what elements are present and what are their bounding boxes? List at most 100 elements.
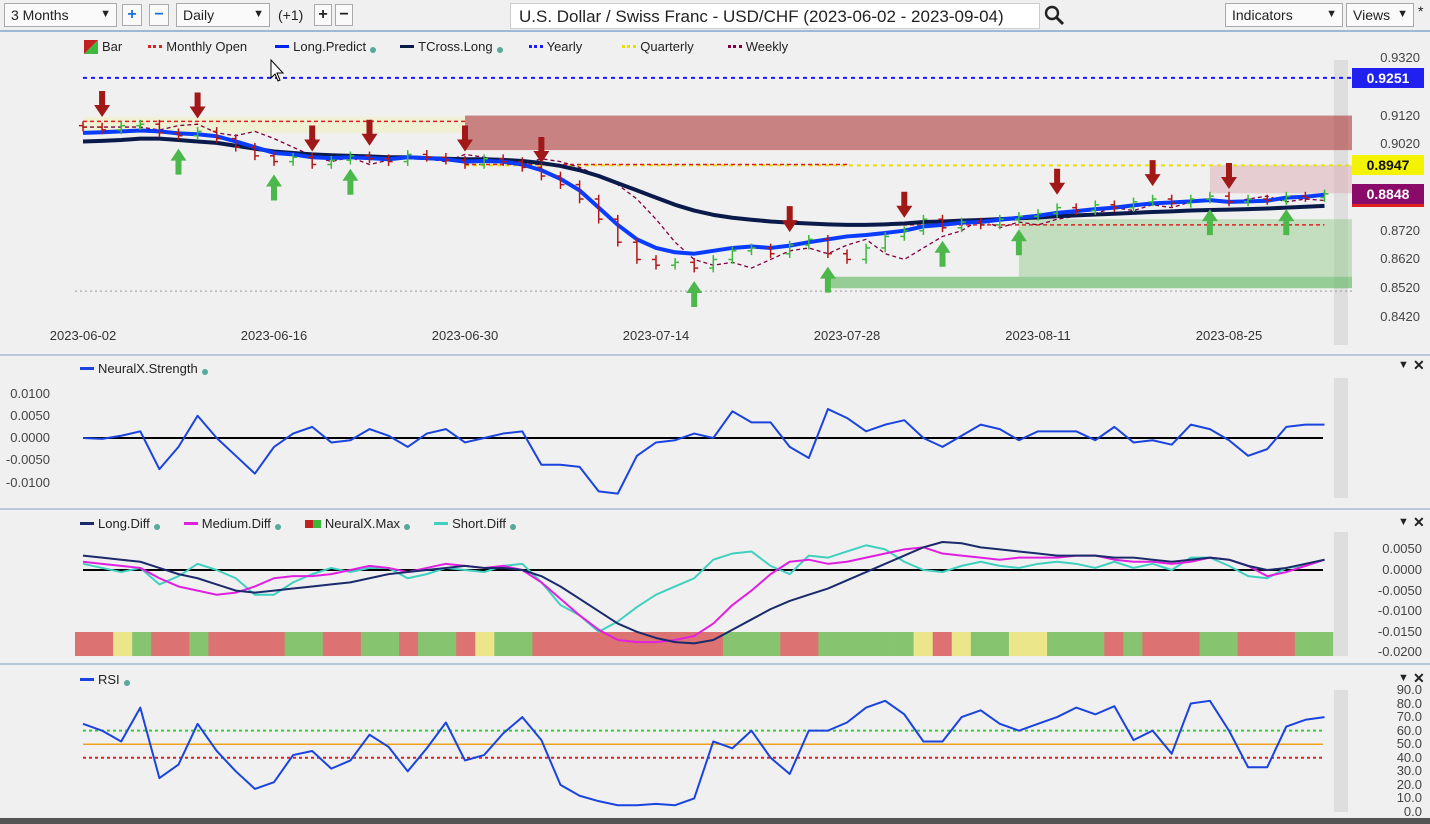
neuralx-max-cell	[94, 632, 114, 656]
buy-arrow-icon	[342, 168, 359, 195]
last-price-badge: 0.8848	[1352, 184, 1424, 207]
diff-axis-label: -0.0150	[1377, 623, 1422, 639]
legend-bar[interactable]: Bar	[102, 39, 122, 54]
neuralx-max-cell	[1142, 632, 1162, 656]
strength-axis-label: 0.0100	[10, 385, 50, 401]
legend-medium-diff[interactable]: Medium.Diff	[202, 516, 271, 531]
rsi-line	[82, 699, 1325, 807]
settings-dot-icon[interactable]	[510, 523, 517, 530]
neuralx-max-cell	[818, 632, 838, 656]
panel-menu-icon[interactable]: ▼	[1398, 359, 1409, 371]
neuralx-max-cell	[570, 632, 590, 656]
date-axis-label: 2023-06-16	[240, 328, 308, 343]
legend-neuralx-max[interactable]: NeuralX.Max	[325, 516, 400, 531]
legend-yearly[interactable]: Yearly	[547, 39, 583, 54]
neuralx-max-cell	[723, 632, 743, 656]
neuralx-max-cell	[475, 632, 495, 656]
sell-arrow-icon	[1144, 160, 1161, 187]
neuralx-max-cell	[761, 632, 781, 656]
mouse-cursor-icon	[270, 58, 285, 82]
rsi-axis-label: 70.0	[1396, 709, 1422, 725]
legend-long-diff[interactable]: Long.Diff	[98, 516, 150, 531]
neuralx-max-cell	[1161, 632, 1181, 656]
neuralx-max-cell	[913, 632, 934, 656]
panel-menu-icon[interactable]: ▼	[1398, 516, 1409, 528]
settings-dot-icon[interactable]	[404, 523, 411, 530]
long-diff-line	[82, 540, 1325, 645]
strength-swatch	[80, 367, 94, 370]
neuralx-max-cell	[1047, 632, 1067, 656]
neuralx-max-cell	[932, 632, 953, 656]
buy-arrow-icon	[266, 174, 282, 201]
long-diff-swatch	[80, 522, 94, 525]
legend-rsi[interactable]: RSI	[98, 672, 120, 687]
neuralx-max-cell	[627, 632, 648, 656]
legend-short-diff[interactable]: Short.Diff	[452, 516, 506, 531]
neuralx-max-cell	[1199, 632, 1219, 656]
neuralx-max-cell	[875, 632, 895, 656]
neuralx-max-cell	[970, 632, 991, 656]
legend-weekly[interactable]: Weekly	[746, 39, 788, 54]
chart-canvas[interactable]	[0, 0, 1430, 824]
neuralx-max-cell	[227, 632, 247, 656]
zone-support	[827, 276, 1352, 289]
date-axis-label: 2023-07-14	[622, 328, 690, 343]
vertical-scrollbar	[1334, 378, 1348, 498]
sell-arrow-icon	[1049, 168, 1066, 195]
main-legend: Bar Monthly Open Long.Predict TCross.Lon…	[84, 39, 788, 54]
neuralx-max-cell	[1066, 632, 1086, 656]
diff-axis-label: -0.0200	[1377, 644, 1422, 660]
close-icon[interactable]: ✕	[1413, 357, 1425, 374]
neuralx-max-cell	[1008, 632, 1029, 656]
strength-axis-label: 0.0050	[10, 407, 50, 423]
vertical-scrollbar	[1334, 690, 1348, 812]
rsi-axis-label: 80.0	[1396, 695, 1422, 711]
neuralx-max-cell	[1028, 632, 1048, 656]
date-axis-label: 2023-06-02	[49, 328, 117, 343]
neuralx-max-cell	[1313, 632, 1334, 656]
date-axis-label: 2023-08-11	[1005, 328, 1071, 343]
neuralx-max-cell	[418, 632, 438, 656]
neuralx-max-cell	[246, 632, 266, 656]
short-diff-swatch	[434, 522, 449, 525]
zone-resistance	[465, 115, 1352, 151]
legend-quarterly[interactable]: Quarterly	[640, 39, 693, 54]
settings-dot-icon[interactable]	[274, 523, 281, 530]
legend-long-predict[interactable]: Long.Predict	[293, 39, 366, 54]
close-icon[interactable]: ✕	[1413, 514, 1425, 531]
sell-arrow-icon	[781, 206, 798, 233]
zone-support-light	[1018, 219, 1352, 277]
strength-axis-label: -0.0100	[5, 474, 50, 490]
neuralx-max-cell	[551, 632, 571, 656]
neuralx-max-cell	[265, 632, 285, 656]
settings-dot-icon[interactable]	[123, 679, 130, 686]
neuralx-max-cell	[189, 632, 209, 656]
legend-monthly-open[interactable]: Monthly Open	[166, 39, 247, 54]
rsi-axis-label: 90.0	[1396, 681, 1422, 697]
settings-dot-icon[interactable]	[496, 46, 503, 53]
price-axis-label: 0.8420	[1380, 309, 1420, 325]
medium-diff-swatch	[183, 522, 198, 525]
diff-axis-label: 0.0050	[1382, 541, 1422, 557]
neuralx-max-cell	[1180, 632, 1200, 656]
legend-neuralx-strength[interactable]: NeuralX.Strength	[98, 361, 198, 376]
monthly-open-swatch	[148, 45, 163, 48]
price-axis-label: 0.9020	[1380, 136, 1420, 152]
date-axis-label: 2023-06-30	[431, 328, 499, 343]
neuralx-max-cell	[1123, 632, 1143, 656]
quarterly-price-badge: 0.8947	[1352, 155, 1424, 175]
settings-dot-icon[interactable]	[370, 46, 377, 53]
neuralx-max-cell	[1275, 632, 1296, 656]
sell-arrow-icon	[94, 90, 111, 117]
rsi-axis-label: 50.0	[1396, 736, 1422, 752]
weekly-swatch	[727, 45, 742, 48]
rsi-axis-label: 30.0	[1396, 763, 1422, 779]
settings-dot-icon[interactable]	[153, 523, 160, 530]
neuralx-max-cell	[113, 632, 133, 656]
settings-dot-icon[interactable]	[201, 368, 208, 375]
neuralx-max-cell	[532, 632, 552, 656]
bar-legend-icon	[84, 39, 98, 54]
legend-tcross-long[interactable]: TCross.Long	[418, 39, 492, 54]
yearly-swatch	[528, 45, 543, 48]
neuralx-max-cell	[494, 632, 514, 656]
